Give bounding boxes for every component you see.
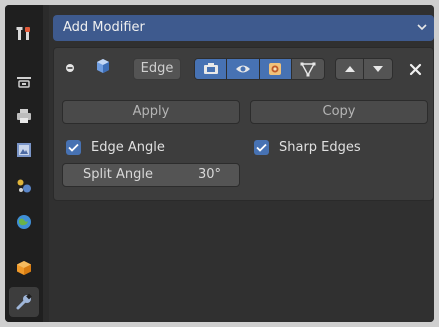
edge-angle-checkbox[interactable]	[66, 139, 81, 155]
output-properties-icon	[17, 109, 31, 123]
render-properties-icon	[17, 77, 31, 88]
triangle-up-icon	[344, 66, 355, 72]
tool-settings-icon	[16, 27, 30, 40]
modifier-move-buttons	[335, 58, 393, 80]
modifier-properties-panel: Add Modifier Edge Apply Copy Edge Angle …	[49, 5, 434, 322]
remove-modifier-button[interactable]	[404, 58, 426, 80]
close-icon	[409, 63, 421, 75]
triangle-down-icon	[373, 66, 383, 72]
apply-button[interactable]: Apply	[62, 100, 240, 124]
realtime-toggle[interactable]	[227, 59, 260, 79]
cage-toggle[interactable]	[292, 59, 324, 79]
properties-tab-bar	[5, 5, 43, 322]
sharp-edges-checkbox-row[interactable]: Sharp Edges	[254, 138, 361, 156]
sharp-edges-label: Sharp Edges	[279, 139, 361, 155]
tab-view-layer[interactable]	[9, 135, 39, 165]
split-angle-field[interactable]: Split Angle 30°	[62, 163, 240, 187]
scene-properties-icon	[17, 179, 31, 193]
edge-angle-label: Edge Angle	[91, 139, 165, 155]
properties-editor: Add Modifier Edge Apply Copy Edge Angle …	[5, 5, 434, 322]
edge-split-modifier-panel: Edge Apply Copy Edge Angle Sharp Edges S…	[53, 47, 434, 201]
render-toggle[interactable]	[259, 59, 292, 79]
view-layer-icon	[17, 143, 31, 157]
checkmark-icon	[256, 143, 267, 152]
tab-modifier[interactable]	[9, 287, 39, 317]
cage-vertex-icon	[300, 62, 316, 77]
move-down-button[interactable]	[364, 59, 392, 79]
chevron-down-icon	[417, 24, 427, 31]
split-angle-label: Split Angle	[83, 167, 153, 182]
edit-mode-toggle[interactable]	[195, 59, 228, 79]
realtime-eye-icon	[235, 65, 250, 73]
edit-mode-icon	[203, 63, 218, 74]
modifier-visibility-toggles	[194, 58, 325, 80]
copy-button[interactable]: Copy	[250, 100, 428, 124]
edge-angle-checkbox-row[interactable]: Edge Angle	[66, 138, 165, 156]
tab-render[interactable]	[9, 67, 39, 97]
tab-output[interactable]	[9, 101, 39, 131]
modifier-name-field[interactable]: Edge	[133, 58, 181, 80]
object-properties-icon	[17, 261, 31, 275]
add-modifier-dropdown[interactable]: Add Modifier	[53, 15, 434, 41]
edge-split-modifier-icon	[92, 56, 114, 78]
move-up-button[interactable]	[336, 59, 365, 79]
world-properties-icon	[17, 215, 31, 229]
tab-world[interactable]	[9, 207, 39, 237]
collapse-dot-icon	[66, 64, 74, 72]
tab-scene[interactable]	[9, 171, 39, 201]
add-modifier-label: Add Modifier	[63, 20, 145, 35]
render-camera-icon	[269, 63, 282, 75]
collapse-toggle[interactable]	[62, 58, 78, 78]
split-angle-value: 30°	[197, 167, 221, 182]
modifier-wrench-icon	[16, 293, 32, 310]
tab-object[interactable]	[9, 253, 39, 283]
tab-tool[interactable]	[9, 19, 39, 49]
sharp-edges-checkbox[interactable]	[254, 139, 269, 155]
checkmark-icon	[68, 143, 79, 152]
